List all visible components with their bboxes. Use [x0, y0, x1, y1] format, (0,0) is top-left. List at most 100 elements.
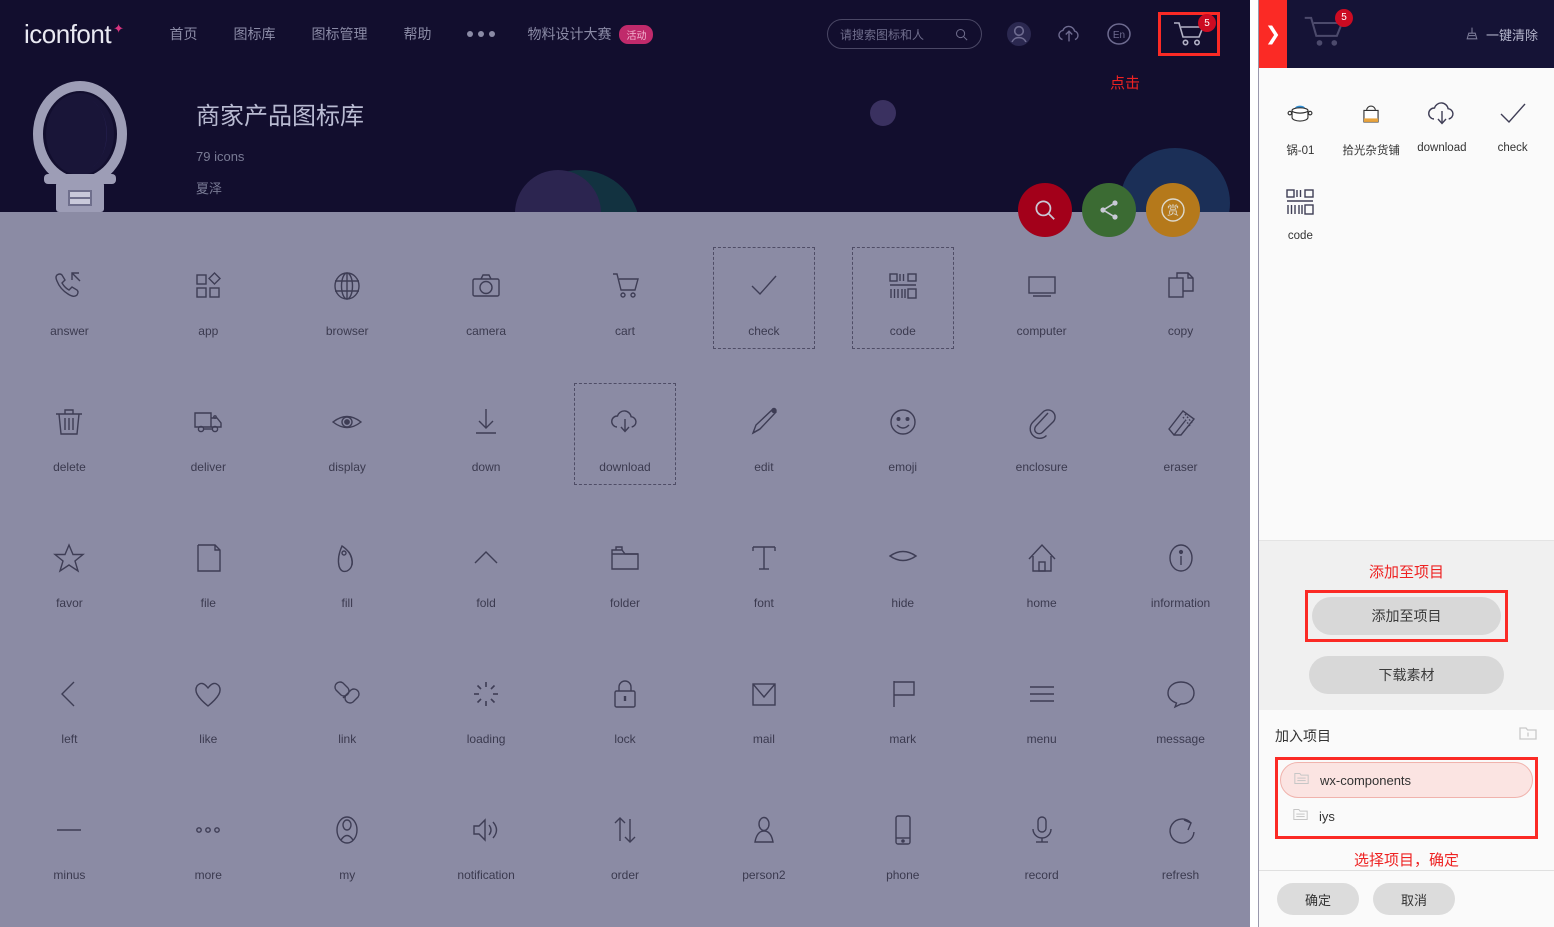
icon-cell-phone[interactable]: phone — [833, 774, 972, 910]
nav-item-icon-library[interactable]: 图标库 — [233, 24, 275, 44]
panel-filler — [1259, 256, 1554, 540]
clear-all-button[interactable]: 一键清除 — [1464, 25, 1538, 44]
search-input[interactable]: 请搜索图标和人 — [827, 19, 982, 49]
add-to-project-button[interactable]: 添加至项目 — [1312, 597, 1501, 635]
icon-cell-box: lock — [574, 655, 676, 757]
icon-cell-record[interactable]: record — [972, 774, 1111, 910]
icon-cell-deliver[interactable]: deliver — [139, 366, 278, 502]
search-fab[interactable] — [1018, 183, 1072, 237]
reward-icon: 赏 — [1161, 198, 1185, 222]
upload-cloud-icon[interactable] — [1056, 21, 1082, 47]
project-item-label: wx-components — [1320, 772, 1412, 788]
icon-cell-minus[interactable]: minus — [0, 774, 139, 910]
project-item[interactable]: iys — [1280, 798, 1533, 834]
icon-cell-answer[interactable]: answer — [0, 230, 139, 366]
qrcode-icon — [1283, 182, 1317, 222]
icon-cell-emoji[interactable]: emoji — [833, 366, 972, 502]
more-dots-icon[interactable] — [467, 30, 496, 37]
nav-item-home[interactable]: 首页 — [169, 24, 197, 44]
download-assets-button[interactable]: 下载素材 — [1309, 656, 1504, 694]
icon-cell-box: code — [851, 247, 954, 349]
icon-cell-person2[interactable]: person2 — [694, 774, 833, 910]
icon-label: deliver — [190, 460, 226, 474]
icon-cell-hide[interactable]: hide — [833, 502, 972, 638]
cart-item[interactable]: code — [1265, 172, 1336, 256]
person-solid-icon — [747, 802, 781, 858]
new-folder-icon[interactable] — [1518, 724, 1538, 747]
add-to-project-annotation: 添加至项目 — [1368, 564, 1444, 581]
icon-cell-menu[interactable]: menu — [972, 638, 1111, 774]
icon-cell-lock[interactable]: lock — [556, 638, 695, 774]
icon-cell-cart[interactable]: cart — [556, 230, 695, 366]
envelope-icon — [747, 666, 781, 722]
nav-item-design-contest[interactable]: 物料设计大赛 活动 — [527, 24, 654, 45]
icon-cell-edit[interactable]: edit — [694, 366, 833, 502]
nav-item-icon-management[interactable]: 图标管理 — [311, 24, 367, 44]
icon-cell-fold[interactable]: fold — [417, 502, 556, 638]
cancel-button[interactable]: 取消 — [1373, 883, 1455, 915]
icon-cell-mail[interactable]: mail — [694, 638, 833, 774]
icon-cell-down[interactable]: down — [417, 366, 556, 502]
icon-cell-box: app — [157, 247, 259, 349]
icon-cell-box: answer — [18, 247, 120, 349]
cloud-download-icon — [608, 394, 642, 450]
icon-cell-link[interactable]: link — [278, 638, 417, 774]
icon-cell-like[interactable]: like — [139, 638, 278, 774]
icon-cell-copy[interactable]: copy — [1111, 230, 1250, 366]
icon-label: browser — [325, 324, 369, 338]
icon-cell-favor[interactable]: favor — [0, 502, 139, 638]
icon-cell-file[interactable]: file — [139, 502, 278, 638]
icon-cell-browser[interactable]: browser — [278, 230, 417, 366]
icon-cell-camera[interactable]: camera — [417, 230, 556, 366]
site-logo[interactable]: iconfont ✦ — [24, 19, 124, 50]
icon-cell-loading[interactable]: loading — [417, 638, 556, 774]
icon-cell-box: record — [991, 791, 1093, 893]
icon-cell-mark[interactable]: mark — [833, 638, 972, 774]
icon-label: cart — [614, 324, 635, 338]
cart-item[interactable]: 拾光杂货铺 — [1336, 84, 1407, 172]
share-fab[interactable] — [1082, 183, 1136, 237]
icon-cell-download[interactable]: download — [556, 366, 695, 502]
smiley-icon — [886, 394, 920, 450]
status-badge: 活动 — [619, 25, 654, 45]
user-avatar-icon[interactable] — [1006, 21, 1032, 47]
icon-cell-fill[interactable]: fill — [278, 502, 417, 638]
icon-cell-eraser[interactable]: eraser — [1111, 366, 1250, 502]
icon-cell-folder[interactable]: folder — [556, 502, 695, 638]
icon-cell-box: minus — [18, 791, 120, 893]
icon-cell-code[interactable]: code — [833, 230, 972, 366]
icon-cell-notification[interactable]: notification — [417, 774, 556, 910]
collapse-panel-button[interactable]: ❯ — [1259, 0, 1287, 68]
icon-cell-delete[interactable]: delete — [0, 366, 139, 502]
language-en-icon[interactable]: En — [1106, 21, 1132, 47]
nav-item-help[interactable]: 帮助 — [403, 24, 431, 44]
cart-item[interactable]: download — [1407, 84, 1478, 172]
cart-item[interactable]: check — [1477, 84, 1548, 172]
icon-label: more — [194, 868, 222, 882]
icon-cell-home[interactable]: home — [972, 502, 1111, 638]
icon-cell-font[interactable]: font — [694, 502, 833, 638]
icon-cell-enclosure[interactable]: enclosure — [972, 366, 1111, 502]
confirm-button[interactable]: 确定 — [1277, 883, 1359, 915]
cart-button[interactable]: 5 — [1158, 12, 1220, 56]
icon-cell-check[interactable]: check — [694, 230, 833, 366]
icon-cell-computer[interactable]: computer — [972, 230, 1111, 366]
icon-cell-message[interactable]: message — [1111, 638, 1250, 774]
icon-label: person2 — [742, 868, 786, 882]
eraser-icon — [1164, 394, 1198, 450]
reward-fab[interactable]: 赏 — [1146, 183, 1200, 237]
icon-cell-order[interactable]: order — [556, 774, 695, 910]
project-item[interactable]: wx-components — [1280, 762, 1533, 798]
icon-cell-left[interactable]: left — [0, 638, 139, 774]
icon-cell-app[interactable]: app — [139, 230, 278, 366]
icon-cell-refresh[interactable]: refresh — [1111, 774, 1250, 910]
icon-label: menu — [1026, 732, 1057, 746]
icon-cell-information[interactable]: information — [1111, 502, 1250, 638]
icon-cell-my[interactable]: my — [278, 774, 417, 910]
folder-list-icon — [1293, 771, 1310, 789]
cart-item[interactable]: 锅-01 — [1265, 84, 1336, 172]
info-circle-icon — [1164, 530, 1198, 586]
icon-cell-display[interactable]: display — [278, 366, 417, 502]
icon-cell-box: hide — [852, 519, 954, 621]
icon-cell-more[interactable]: more — [139, 774, 278, 910]
